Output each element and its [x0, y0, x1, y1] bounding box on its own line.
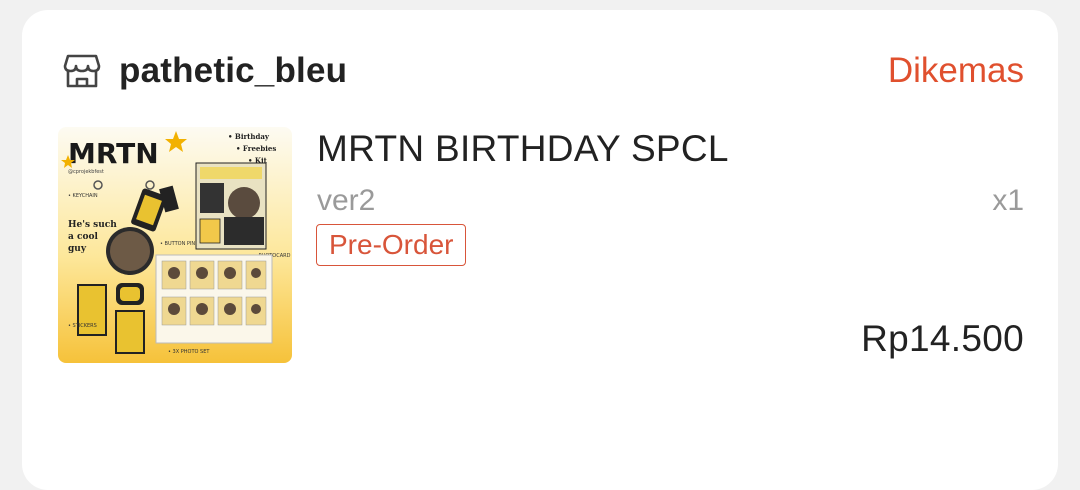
order-status: Dikemas: [887, 51, 1024, 90]
thumb-bullet-1: • Birthday: [228, 132, 270, 141]
product-thumbnail[interactable]: MRTN @cprojekbfest • Birthday • Freebies…: [58, 127, 292, 363]
shop-name[interactable]: pathetic_bleu: [119, 51, 347, 91]
thumb-title: MRTN: [68, 137, 159, 170]
shop-header[interactable]: pathetic_bleu Dikemas: [62, 46, 1024, 96]
preorder-badge: Pre-Order: [316, 224, 467, 266]
product-price: Rp14.500: [861, 318, 1024, 359]
product-name[interactable]: MRTN BIRTHDAY SPCL: [317, 128, 729, 170]
thumb-tagline-3: guy: [68, 244, 87, 254]
product-variant: ver2: [317, 184, 376, 217]
svg-text:• KEYCHAIN: • KEYCHAIN: [68, 193, 98, 199]
store-icon: [62, 51, 102, 91]
svg-text:@cprojekbfest: @cprojekbfest: [68, 169, 104, 175]
svg-text:• 3X PHOTO SET: • 3X PHOTO SET: [168, 349, 210, 355]
thumb-tagline-2: a cool: [68, 232, 98, 242]
thumb-bullet-2: • Freebies: [236, 144, 276, 153]
order-card[interactable]: pathetic_bleu Dikemas MRTN @cprojekbfest…: [22, 10, 1058, 490]
svg-text:• STICKERS: • STICKERS: [68, 323, 97, 329]
svg-text:• BUTTON PIN: • BUTTON PIN: [160, 241, 195, 247]
thumb-tagline-1: He's such: [68, 220, 117, 230]
product-quantity: x1: [992, 184, 1024, 217]
